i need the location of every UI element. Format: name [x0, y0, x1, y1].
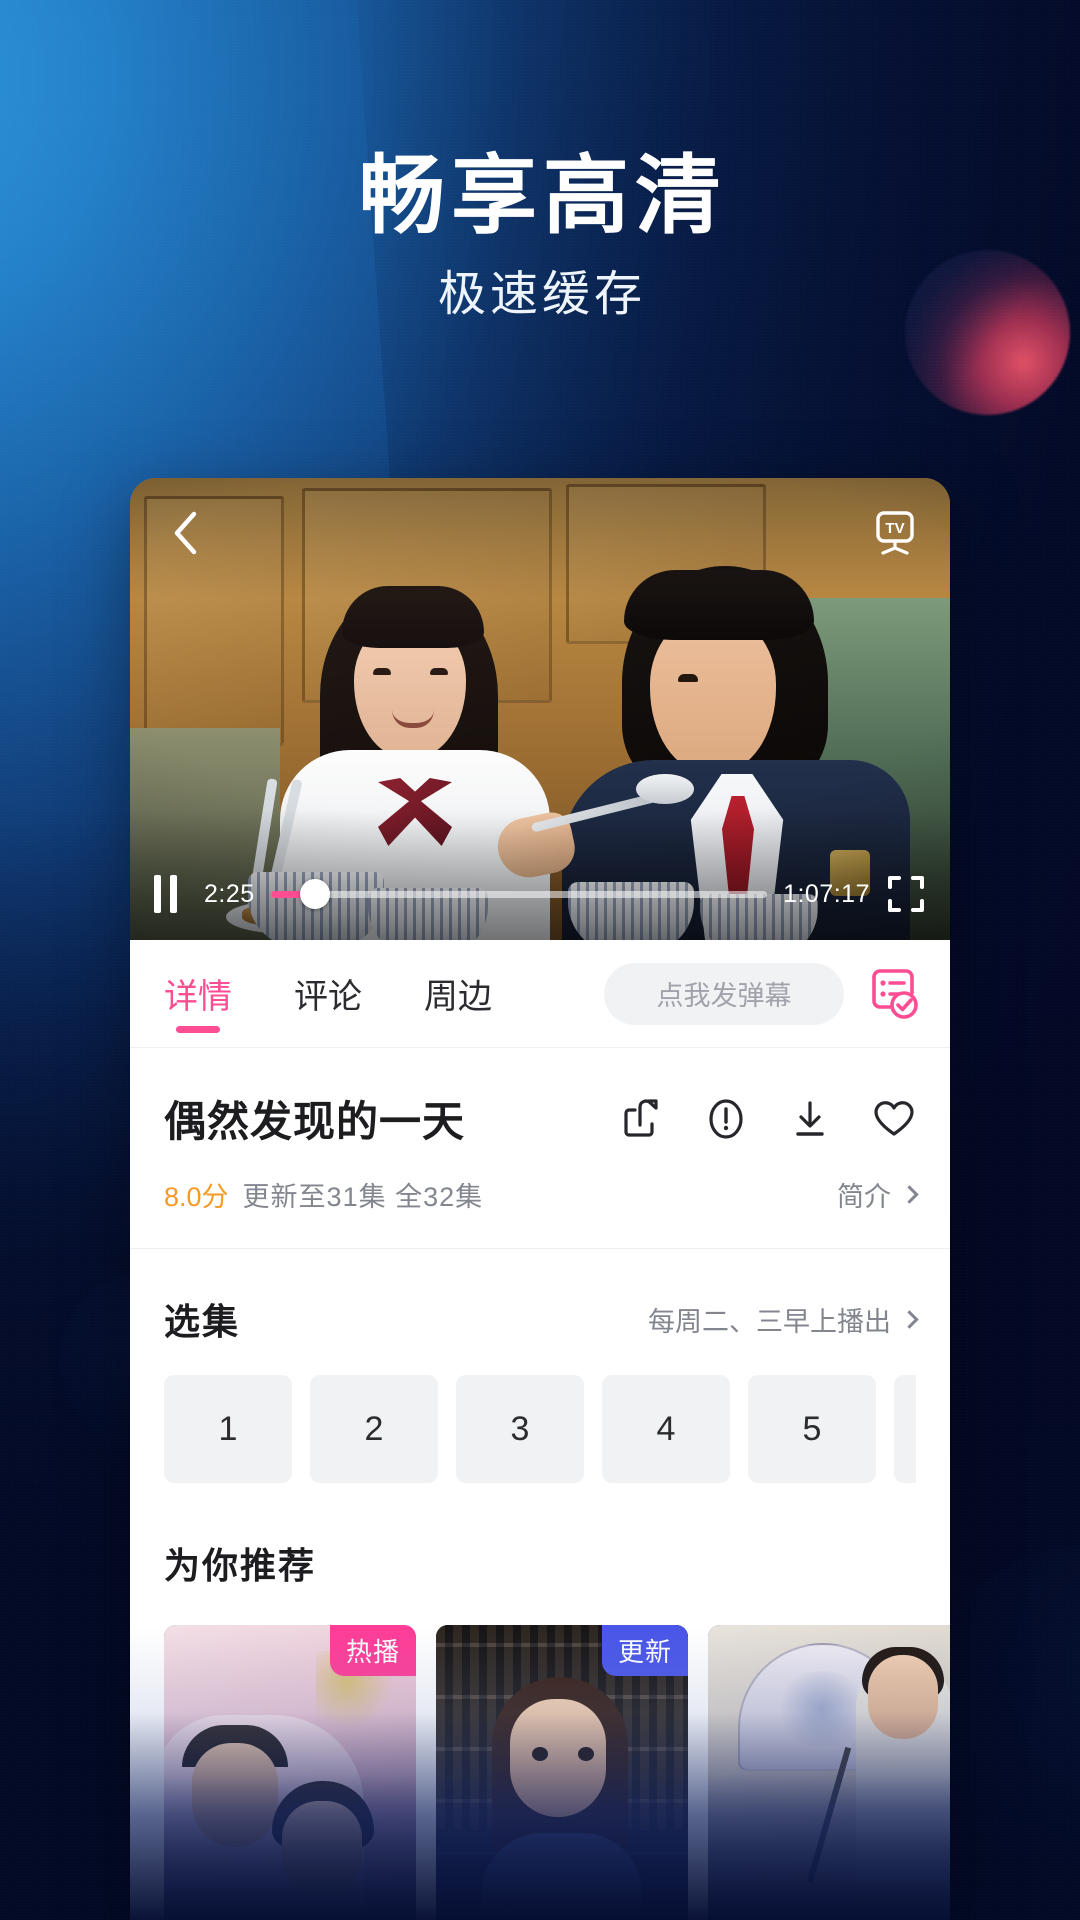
episode-chip[interactable]: 3 — [456, 1375, 584, 1483]
player-controls: 2:25 1:07:17 — [130, 866, 950, 922]
episode-status: 更新至31集 全32集 — [242, 1182, 484, 1212]
phone-screenshot: TV 2:25 1:07:17 详情 评论 周边 点我发弹幕 偶然发现的一天 8… — [130, 478, 950, 1920]
recommend-list: 热播 更新 — [164, 1619, 950, 1920]
hero-section: 畅享高清 极速缓存 — [0, 0, 1080, 322]
chevron-left-icon — [174, 511, 197, 555]
card-fade — [164, 1773, 416, 1920]
favorite-button[interactable] — [872, 1097, 916, 1141]
chevron-right-icon — [900, 1309, 919, 1329]
current-time-label: 2:25 — [204, 879, 255, 908]
progress-scrubber[interactable] — [270, 879, 768, 909]
favorite-icon — [874, 1100, 914, 1136]
danmu-settings-icon — [872, 968, 918, 1019]
hero-title: 畅享高清 — [359, 148, 727, 244]
episode-chip-active[interactable]: 6 — [894, 1375, 916, 1483]
recommend-card[interactable]: 更新 — [436, 1625, 688, 1920]
cast-to-tv-button[interactable]: TV — [868, 506, 922, 560]
episodes-header: 选集 每周二、三早上播出 — [164, 1249, 919, 1375]
episode-list[interactable]: 1 2 3 4 5 6 7 — [164, 1375, 916, 1493]
share-button[interactable] — [620, 1097, 664, 1141]
tab-comments[interactable]: 评论 — [290, 940, 366, 1047]
report-icon — [709, 1098, 743, 1139]
danmu-input[interactable]: 点我发弹幕 — [604, 962, 844, 1025]
tv-icon: TV — [876, 511, 914, 555]
progress-knob[interactable] — [300, 879, 331, 909]
badge-update: 更新 — [601, 1625, 688, 1676]
chevron-right-icon — [900, 1185, 919, 1204]
recommend-header: 为你推荐 — [164, 1493, 916, 1619]
recommend-card[interactable]: 热播 — [164, 1625, 416, 1920]
detail-section: 偶然发现的一天 8.0分 更新至31集 全32集 简介 — [130, 1048, 950, 1248]
total-time-label: 1:07:17 — [783, 879, 870, 908]
svg-text:TV: TV — [885, 520, 904, 537]
fullscreen-button[interactable] — [886, 874, 926, 914]
intro-link[interactable]: 简介 — [837, 1175, 919, 1214]
download-button[interactable] — [788, 1097, 832, 1141]
episode-chip[interactable]: 5 — [748, 1375, 876, 1483]
recommend-section: 为你推荐 热播 更新 — [130, 1493, 950, 1920]
episodes-section: 选集 每周二、三早上播出 1 2 3 4 5 6 7 — [130, 1249, 950, 1493]
tab-bar: 详情 评论 周边 点我发弹幕 — [130, 940, 950, 1048]
intro-label: 简介 — [837, 1182, 891, 1212]
report-button[interactable] — [704, 1097, 748, 1141]
hero-subtitle: 极速缓存 — [437, 267, 646, 321]
title-row: 偶然发现的一天 — [164, 1048, 916, 1149]
episodes-schedule-link[interactable]: 每周二、三早上播出 — [648, 1300, 919, 1339]
episode-chip[interactable]: 1 — [164, 1375, 292, 1483]
page-title: 偶然发现的一天 — [164, 1098, 466, 1145]
episode-chip[interactable]: 2 — [310, 1375, 438, 1483]
back-button[interactable] — [158, 506, 212, 560]
fullscreen-icon — [888, 876, 924, 912]
episode-chip[interactable]: 4 — [602, 1375, 730, 1483]
download-icon — [796, 1100, 824, 1136]
recommend-title: 为你推荐 — [164, 1545, 317, 1586]
danmu-settings-button[interactable] — [866, 967, 920, 1021]
badge-hot: 热播 — [329, 1625, 416, 1676]
title-action-icons — [620, 1097, 916, 1141]
tab-around[interactable]: 周边 — [420, 940, 496, 1047]
card-fade — [708, 1773, 950, 1920]
episodes-title: 选集 — [164, 1301, 241, 1342]
schedule-label: 每周二、三早上播出 — [648, 1306, 891, 1337]
share-icon — [624, 1098, 658, 1137]
recommend-card[interactable] — [708, 1625, 950, 1920]
pause-button[interactable] — [154, 875, 188, 913]
rating-score: 8.0分 — [164, 1182, 229, 1212]
video-top-scrim — [130, 478, 950, 598]
tab-details[interactable]: 详情 — [160, 940, 236, 1047]
meta-row: 8.0分 更新至31集 全32集 简介 — [164, 1149, 919, 1248]
video-player[interactable]: TV 2:25 1:07:17 — [130, 478, 950, 940]
